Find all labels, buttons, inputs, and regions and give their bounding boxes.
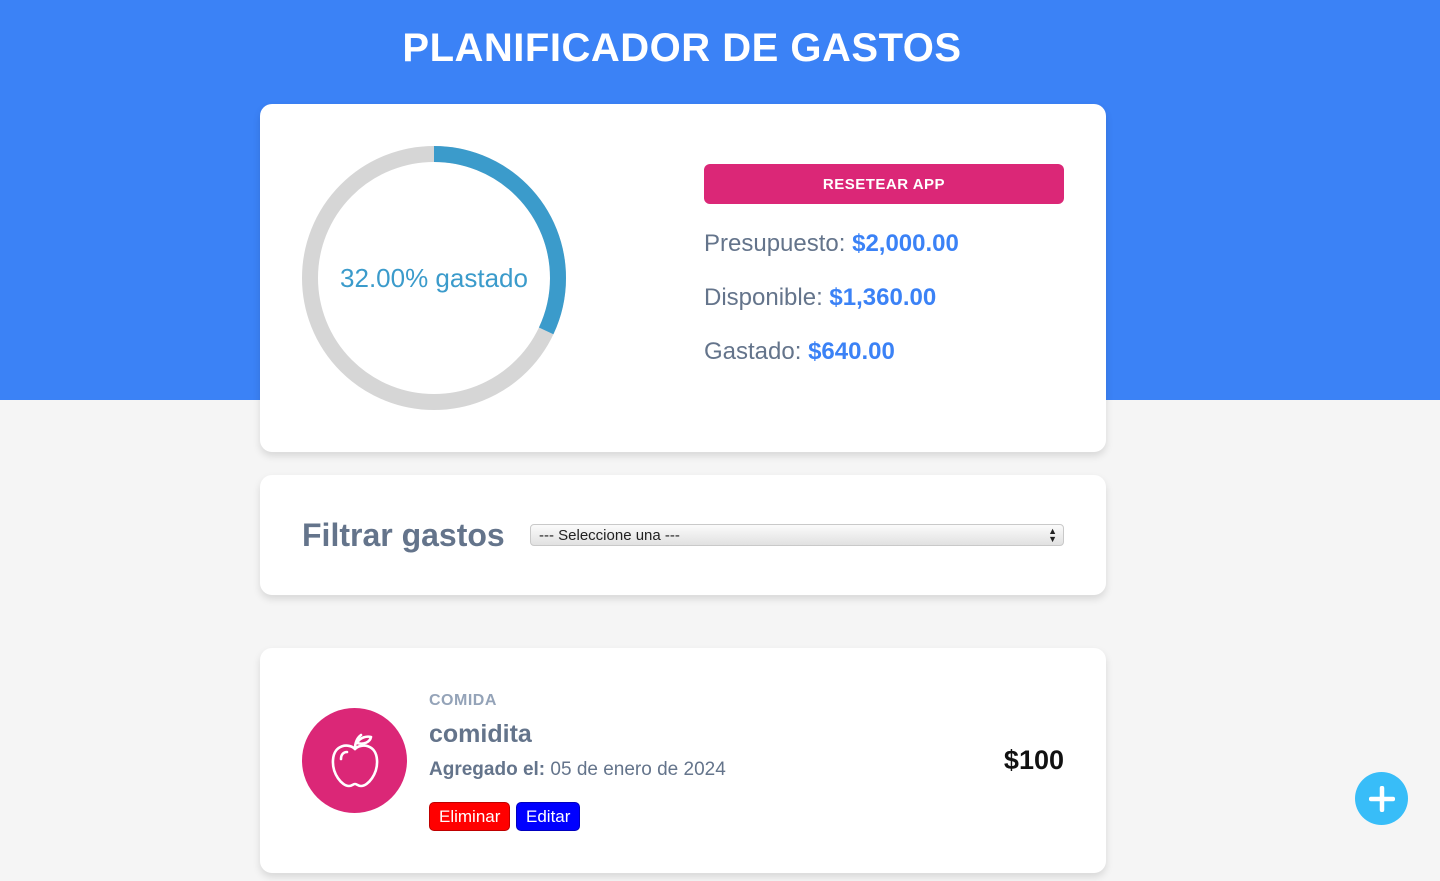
spent-stat: Gastado: $640.00 [704,338,895,366]
expense-card: COMIDA comidita Agregado el: 05 de enero… [260,648,1106,873]
available-label: Disponible: [704,284,823,311]
plus-icon [1368,785,1395,812]
filter-select[interactable]: --- Seleccione una --- ▲ ▼ [530,524,1064,546]
expense-date-label: Agregado el: [429,759,546,780]
delete-expense-button[interactable]: Eliminar [429,802,511,831]
filter-selected-value: --- Seleccione una --- [539,526,680,544]
progress-label: 32.00% gastado [340,262,528,293]
filter-label: Filtrar gastos [302,517,505,553]
spent-value: $640.00 [808,338,895,365]
spent-label: Gastado: [704,338,802,365]
budget-stat: Presupuesto: $2,000.00 [704,230,959,258]
expense-date-value: 05 de enero de 2024 [550,759,726,780]
reset-app-button[interactable]: RESETEAR APP [704,164,1064,204]
category-badge [302,708,407,813]
select-arrows-icon: ▲ ▼ [1048,526,1057,544]
budget-label: Presupuesto: [704,230,846,257]
app-title: PLANIFICADOR DE GASTOS [402,26,962,70]
expense-date: Agregado el: 05 de enero de 2024 [429,759,726,781]
apple-icon [331,733,378,787]
edit-expense-button[interactable]: Editar [516,802,581,831]
expense-name: comidita [429,720,532,748]
expense-amount: $100 [1003,745,1064,775]
add-expense-button[interactable] [1355,772,1408,825]
available-value: $1,360.00 [829,284,937,311]
budget-card: 32.00% gastado RESETEAR APP Presupuesto:… [260,104,1106,452]
budget-value: $2,000.00 [852,230,959,257]
expense-category: COMIDA [429,692,497,709]
available-stat: Disponible: $1,360.00 [704,284,936,312]
filter-card: Filtrar gastos --- Seleccione una --- ▲ ▼ [260,475,1106,595]
